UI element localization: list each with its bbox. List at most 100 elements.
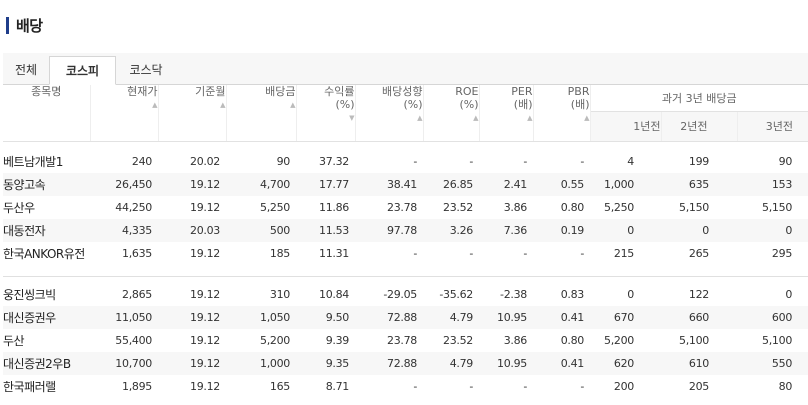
per-cell: 10.95 — [479, 352, 533, 375]
col-header-past-3y[interactable]: 3년전 — [737, 111, 808, 142]
col-header-past-dividends: 과거 3년 배당금 — [590, 85, 808, 112]
stock-name[interactable]: 대신증권2우B — [3, 352, 90, 375]
stock-name[interactable]: 웅진씽크빅 — [3, 283, 90, 306]
pbr-cell: - — [580, 155, 584, 168]
pbr-cell: 0.41 — [533, 306, 590, 329]
payout-cell: - — [413, 155, 417, 168]
past-2y-cell: 199 — [688, 155, 709, 168]
past-1y-cell: 0 — [590, 219, 661, 242]
col-header-yield-unit: (%) — [335, 98, 355, 111]
past-1y-cell: 5,200 — [604, 334, 634, 347]
stock-name[interactable]: 한국패러랠 — [3, 375, 90, 398]
price-cell: 26,450 — [90, 173, 158, 196]
table-row[interactable]: 웅진씽크빅 2,865 19.12 310 10.84 -29.05 -35.6… — [3, 283, 808, 306]
sort-icon[interactable]: ▲ — [159, 101, 225, 110]
past-3y-cell: 5,150 — [762, 201, 793, 214]
col-header-past-2y[interactable]: 2년전 — [661, 111, 738, 142]
sort-icon[interactable]: ▲ — [91, 101, 157, 110]
yield-cell: 37.32 — [319, 155, 349, 168]
yield-cell: 11.53 — [296, 219, 355, 242]
payout-cell: - — [413, 247, 417, 260]
dividend-cell: 5,250 — [260, 201, 290, 214]
sort-icon[interactable]: ▲ — [480, 114, 532, 123]
table-row[interactable]: 대신증권2우B 10,700 19.12 1,000 9.35 72.88 4.… — [3, 352, 808, 375]
dividend-cell: 185 — [269, 247, 290, 260]
price-cell: 1,635 — [122, 247, 152, 260]
col-header-price[interactable]: 현재가 ▲ — [90, 85, 159, 142]
per-cell: 3.86 — [503, 334, 528, 347]
dividend-table: 종목명 현재가 ▲ 기준월 ▲ 배당금 ▲ 수익률 (%) ▼ 배당성향 (%) — [3, 85, 808, 398]
group-divider — [3, 265, 808, 277]
price-cell: 1,895 — [122, 380, 152, 393]
table-row[interactable]: 두산 55,400 19.12 5,200 9.39 23.78 23.52 3… — [3, 329, 808, 352]
payout-cell: 38.41 — [355, 173, 423, 196]
past-3y-cell: 80 — [778, 380, 793, 393]
past-2y-cell: 635 — [661, 173, 737, 196]
table-row[interactable]: 한국패러랠 1,895 19.12 165 8.71 - - - - 200 2… — [3, 375, 808, 398]
stock-name[interactable]: 대동전자 — [3, 219, 90, 242]
table-row[interactable]: 베트남개발1 240 20.02 90 37.32 - - - - 4 199 … — [3, 142, 808, 174]
table-row[interactable]: 대신증권우 11,050 19.12 1,050 9.50 72.88 4.79… — [3, 306, 808, 329]
past-2y-cell: 5,150 — [679, 201, 709, 214]
stock-name[interactable]: 두산 — [3, 329, 90, 352]
sort-icon[interactable]: ▼ — [297, 114, 354, 123]
yield-cell: 8.71 — [325, 380, 350, 393]
tab-kospi[interactable]: 코스피 — [49, 56, 116, 85]
price-cell: 44,250 — [115, 201, 152, 214]
col-header-roe[interactable]: ROE (%) ▲ — [423, 85, 480, 142]
title-accent-bar — [6, 16, 9, 34]
payout-cell: 72.88 — [355, 306, 423, 329]
col-header-pbr[interactable]: PBR (배) ▲ — [533, 85, 591, 142]
price-cell: 55,400 — [115, 334, 152, 347]
past-3y-cell: 0 — [737, 219, 808, 242]
col-header-base-month-label: 기준월 — [195, 85, 226, 98]
price-cell: 11,050 — [90, 306, 158, 329]
col-header-dividend[interactable]: 배당금 ▲ — [226, 85, 297, 142]
yield-cell: 9.35 — [296, 352, 355, 375]
per-cell: 3.86 — [503, 201, 528, 214]
stock-name[interactable]: 동양고속 — [3, 173, 90, 196]
past-3y-cell: 600 — [737, 306, 808, 329]
payout-cell: 97.78 — [355, 219, 423, 242]
col-header-pbr-label: PBR — [567, 85, 590, 98]
col-header-per[interactable]: PER (배) ▲ — [479, 85, 534, 142]
dividend-cell: 165 — [269, 380, 290, 393]
table-row[interactable]: 대동전자 4,335 20.03 500 11.53 97.78 3.26 7.… — [3, 219, 808, 242]
sort-icon[interactable]: ▲ — [227, 101, 295, 110]
sort-icon[interactable]: ▲ — [534, 114, 589, 123]
past-3y-cell: 5,100 — [762, 334, 793, 347]
sort-icon[interactable]: ▲ — [424, 114, 478, 123]
past-3y-cell: 550 — [737, 352, 808, 375]
table-row[interactable]: 한국ANKOR유전 1,635 19.12 185 11.31 - - - - … — [3, 242, 808, 265]
col-header-payout[interactable]: 배당성향 (%) ▲ — [355, 85, 424, 142]
col-header-roe-label: ROE — [455, 85, 479, 98]
base-month-cell: 20.03 — [158, 219, 226, 242]
col-header-yield[interactable]: 수익률 (%) ▼ — [296, 85, 356, 142]
past-3y-cell: 90 — [778, 155, 793, 168]
tab-kosdaq[interactable]: 코스닥 — [116, 56, 176, 84]
past-3y-cell: 295 — [771, 247, 793, 260]
table-row[interactable]: 두산우 44,250 19.12 5,250 11.86 23.78 23.52… — [3, 196, 808, 219]
past-2y-cell: 5,100 — [679, 334, 709, 347]
page-title: 배당 — [16, 16, 43, 35]
pbr-cell: 0.41 — [533, 352, 590, 375]
past-1y-cell: 5,250 — [604, 201, 634, 214]
pbr-cell: - — [580, 380, 584, 393]
dividend-cell: 500 — [226, 219, 296, 242]
table-row[interactable]: 동양고속 26,450 19.12 4,700 17.77 38.41 26.8… — [3, 173, 808, 196]
sort-icon[interactable]: ▲ — [356, 114, 422, 123]
roe-cell: - — [469, 247, 473, 260]
col-header-name[interactable]: 종목명 — [3, 85, 91, 142]
per-cell: - — [523, 380, 527, 393]
stock-name[interactable]: 대신증권우 — [3, 306, 90, 329]
col-header-per-label: PER — [511, 85, 533, 98]
stock-name[interactable]: 두산우 — [3, 196, 90, 219]
roe-cell: 4.79 — [423, 352, 479, 375]
col-header-past-1y[interactable]: 1년전 — [590, 111, 662, 142]
base-month-cell: 19.12 — [190, 288, 220, 301]
stock-name[interactable]: 한국ANKOR유전 — [3, 242, 90, 265]
tab-all[interactable]: 전체 — [3, 56, 49, 84]
col-header-base-month[interactable]: 기준월 ▲ — [158, 85, 227, 142]
past-2y-cell: 660 — [661, 306, 737, 329]
stock-name[interactable]: 베트남개발1 — [3, 142, 90, 174]
